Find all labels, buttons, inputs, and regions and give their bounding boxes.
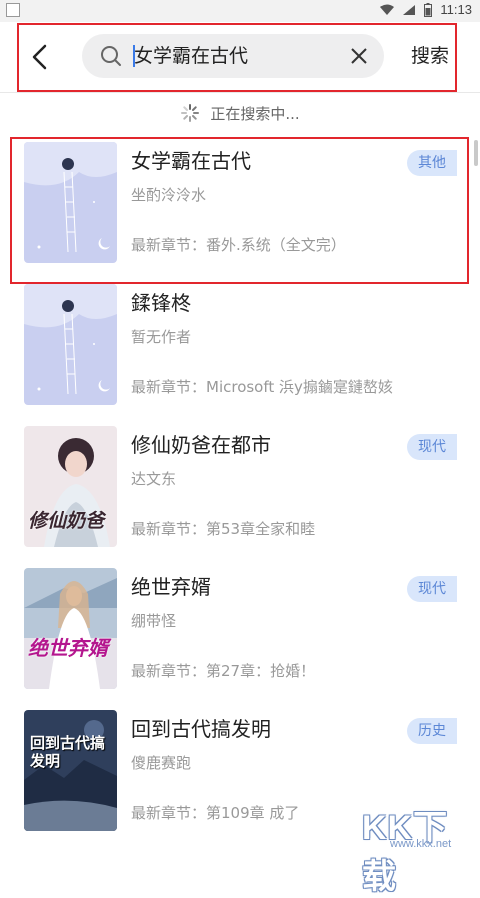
cover-title-text: 绝世弃婿	[28, 636, 108, 660]
latest-chapter: 最新章节：第27章：抢婚！	[131, 662, 316, 680]
search-icon	[101, 46, 121, 66]
latest-chapter: 最新章节：第109章 成了	[131, 804, 300, 822]
watermark: KK下载 www.kkx.net	[362, 800, 478, 896]
latest-chapter: 最新章节：第53章全家和睦	[131, 520, 316, 538]
result-item[interactable]: 女学霸在古代 坐酌泠泠水 最新章节：番外.系统（全文完） 其他	[0, 142, 480, 284]
book-cover: 绝世弃婿	[24, 568, 117, 689]
status-time: 11:13	[440, 2, 472, 17]
search-button[interactable]: 搜索	[411, 44, 449, 68]
loading-indicator: 正在搜索中...	[0, 93, 480, 133]
signal-icon	[403, 4, 416, 15]
book-title[interactable]: 鍒锋柊	[131, 290, 191, 316]
search-query-text[interactable]: 女学霸在古代	[134, 44, 248, 68]
cover-title-text: 回到古代搞发明	[30, 734, 106, 770]
notification-icon	[6, 3, 20, 17]
book-title[interactable]: 回到古代搞发明	[131, 716, 271, 742]
category-tag: 其他	[407, 150, 457, 176]
book-cover	[24, 142, 117, 263]
latest-chapter: 最新章节：Microsoft 浜у搧鏀寔鏈嶅姟	[131, 378, 393, 396]
latest-chapter: 最新章节：番外.系统（全文完）	[131, 236, 346, 254]
back-icon[interactable]	[24, 42, 58, 72]
category-tag: 现代	[407, 576, 457, 602]
book-author: 傻鹿赛跑	[131, 754, 192, 772]
book-title[interactable]: 修仙奶爸在都市	[131, 432, 271, 458]
search-input[interactable]: 女学霸在古代	[82, 34, 384, 78]
status-bar: 11:13	[0, 0, 480, 22]
category-tag: 现代	[407, 434, 457, 460]
book-author: 坐酌泠泠水	[131, 186, 207, 204]
battery-icon	[424, 2, 433, 17]
loading-text: 正在搜索中...	[210, 104, 300, 123]
book-cover: 修仙奶爸	[24, 426, 117, 547]
book-cover: 回到古代搞发明	[24, 710, 117, 831]
result-item[interactable]: 绝世弃婿 绝世弃婿 绷带怪 最新章节：第27章：抢婚！ 现代	[0, 568, 480, 710]
wifi-icon	[380, 4, 395, 15]
clear-icon[interactable]	[350, 47, 368, 65]
cover-title-text: 修仙奶爸	[28, 510, 105, 532]
watermark-url: www.kkx.net	[390, 838, 452, 850]
book-author: 暂无作者	[131, 328, 192, 346]
book-title[interactable]: 女学霸在古代	[131, 148, 251, 174]
category-tag: 历史	[407, 718, 457, 744]
book-title[interactable]: 绝世弃婿	[131, 574, 211, 600]
loading-spinner-icon	[181, 104, 200, 122]
book-author: 达文东	[131, 470, 177, 488]
search-header: 女学霸在古代 搜索	[0, 22, 480, 92]
book-author: 绷带怪	[131, 612, 177, 630]
book-cover	[24, 284, 117, 405]
result-item[interactable]: 修仙奶爸 修仙奶爸在都市 达文东 最新章节：第53章全家和睦 现代	[0, 426, 480, 568]
result-item[interactable]: 鍒锋柊 暂无作者 最新章节：Microsoft 浜у搧鏀寔鏈嶅姟	[0, 284, 480, 426]
